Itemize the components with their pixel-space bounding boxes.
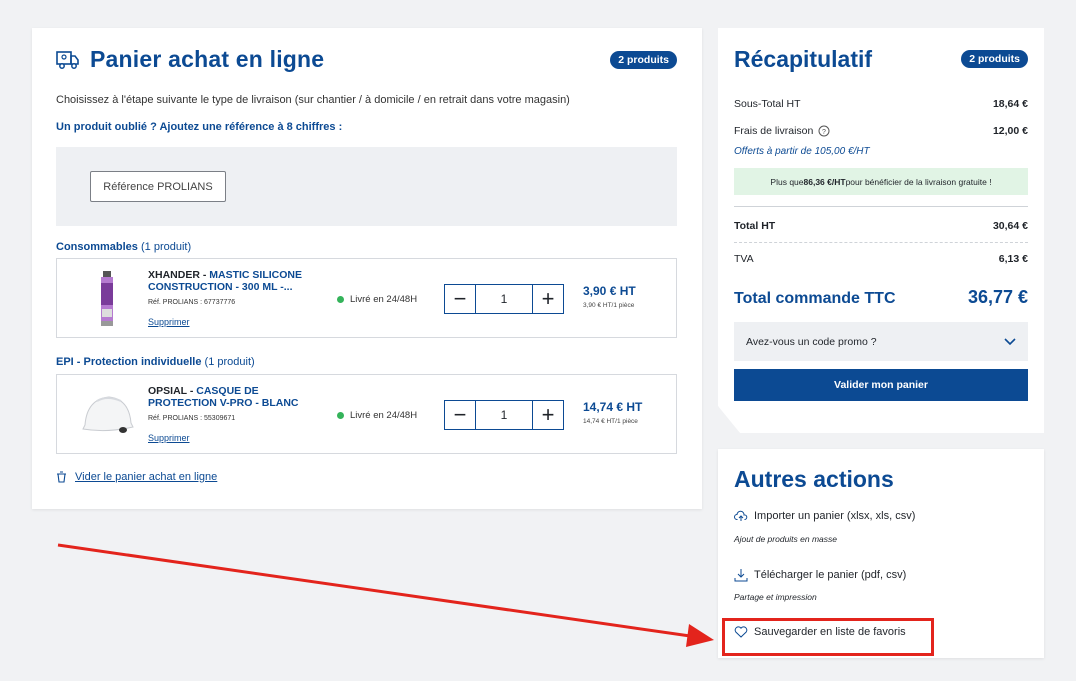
annotation-arrow-icon [57, 543, 714, 647]
